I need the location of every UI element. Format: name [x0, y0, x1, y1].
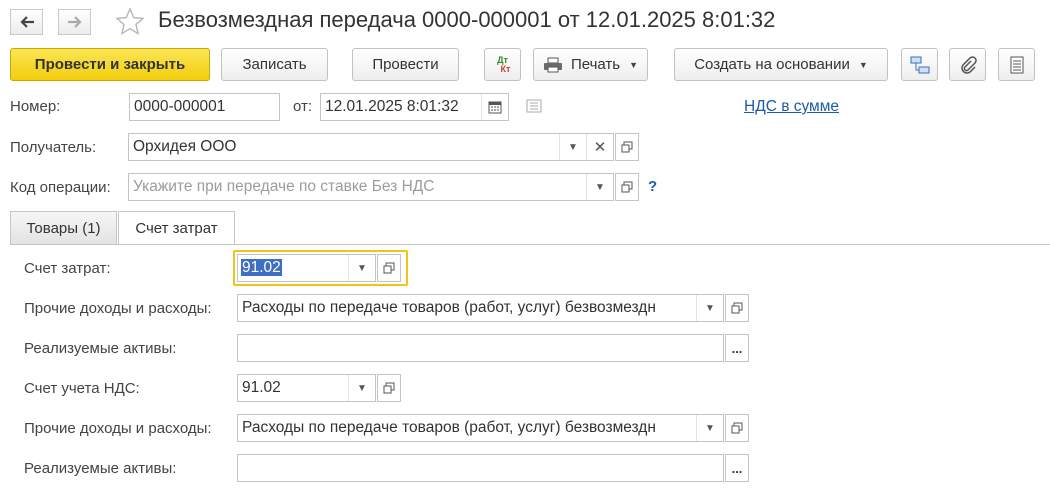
menu-icon	[1010, 56, 1023, 73]
post-button[interactable]: Провести	[352, 48, 459, 81]
number-value: 0000-000001	[134, 98, 226, 115]
back-arrow-icon	[19, 16, 34, 28]
date-field[interactable]: 12.01.2025 8:01:32	[320, 93, 509, 121]
number-label: Номер:	[10, 98, 61, 115]
operation-code-label: Код операции:	[10, 179, 111, 196]
chevron-down-icon: ▼	[858, 59, 868, 70]
tab-divider	[10, 244, 1050, 245]
open-icon[interactable]	[725, 414, 749, 442]
dt-kt-icon: Дт Кт	[497, 54, 511, 74]
other-income-label: Прочие доходы и расходы:	[24, 300, 212, 317]
other-income-field[interactable]: Расходы по передаче товаров (работ, услу…	[237, 294, 724, 322]
forward-arrow-icon	[67, 16, 82, 28]
recipient-field[interactable]: Орхидея ООО ▼ ✕	[128, 133, 614, 161]
structure-button[interactable]	[901, 48, 938, 81]
recipient-value: Орхидея ООО	[133, 138, 237, 155]
other-income-label: Прочие доходы и расходы:	[24, 420, 212, 437]
printer-icon	[543, 57, 562, 72]
chevron-down-icon: ▼	[629, 59, 639, 70]
dt-kt-button[interactable]: Дт Кт	[484, 48, 521, 81]
post-and-close-button[interactable]: Провести и закрыть	[10, 48, 210, 81]
create-based-label: Создать на основании	[694, 56, 850, 73]
date-value: 12.01.2025 8:01:32	[325, 98, 459, 115]
recipient-label: Получатель:	[10, 139, 97, 156]
select-button[interactable]: ...	[725, 454, 749, 482]
tab-cost-account[interactable]: Счет затрат	[118, 211, 235, 245]
attachments-button[interactable]	[949, 48, 986, 81]
open-icon[interactable]	[725, 294, 749, 322]
create-based-on-button[interactable]: Создать на основании ▼	[674, 48, 888, 81]
number-field[interactable]: 0000-000001	[129, 93, 280, 121]
cost-account-value: 91.02	[241, 259, 282, 276]
page-title: Безвозмездная передача 0000-000001 от 12…	[158, 7, 776, 32]
save-button[interactable]: Записать	[221, 48, 328, 81]
tab-goods[interactable]: Товары (1)	[10, 211, 117, 244]
operation-code-placeholder: Укажите при передаче по ставке Без НДС	[133, 178, 435, 195]
back-button[interactable]	[10, 9, 43, 35]
star-icon	[115, 7, 145, 36]
help-icon[interactable]: ?	[648, 178, 657, 195]
other-income-value: Расходы по передаче товаров (работ, услу…	[242, 299, 656, 316]
operation-code-field[interactable]: Укажите при передаче по ставке Без НДС ▼	[128, 173, 614, 201]
sold-assets-label: Реализуемые активы:	[24, 340, 177, 357]
vat-account-field[interactable]: 91.02 ▼	[237, 374, 376, 402]
other-income-value: Расходы по передаче товаров (работ, услу…	[242, 419, 656, 436]
clear-icon[interactable]: ✕	[586, 134, 613, 160]
open-icon[interactable]	[377, 254, 401, 282]
dropdown-arrow-icon[interactable]: ▼	[559, 134, 586, 160]
print-button[interactable]: Печать ▼	[533, 48, 648, 81]
cost-account-label: Счет затрат:	[24, 260, 111, 277]
vat-account-value: 91.02	[242, 379, 281, 396]
history-button[interactable]	[526, 99, 542, 117]
more-button[interactable]	[998, 48, 1035, 81]
favorite-button[interactable]	[114, 6, 146, 42]
select-button[interactable]: ...	[725, 334, 749, 362]
vat-in-sum-link[interactable]: НДС в сумме	[744, 98, 839, 116]
forward-button[interactable]	[58, 9, 91, 35]
calendar-button[interactable]	[481, 94, 508, 120]
cost-account-field[interactable]: 91.02 ▼	[237, 254, 376, 282]
calendar-icon	[488, 101, 502, 114]
open-icon[interactable]	[615, 133, 639, 161]
dropdown-arrow-icon[interactable]: ▼	[696, 415, 723, 441]
dropdown-arrow-icon[interactable]: ▼	[586, 174, 613, 200]
sold-assets-label: Реализуемые активы:	[24, 460, 177, 477]
dropdown-arrow-icon[interactable]: ▼	[696, 295, 723, 321]
other-income-field[interactable]: Расходы по передаче товаров (работ, услу…	[237, 414, 724, 442]
dropdown-arrow-icon[interactable]: ▼	[348, 375, 375, 401]
document-list-icon	[526, 99, 542, 113]
sold-assets-field[interactable]	[237, 454, 724, 482]
open-icon[interactable]	[615, 173, 639, 201]
open-icon[interactable]	[377, 374, 401, 402]
date-label: от:	[293, 98, 313, 115]
dropdown-arrow-icon[interactable]: ▼	[348, 255, 375, 281]
sold-assets-field[interactable]	[237, 334, 724, 362]
paperclip-icon	[960, 55, 977, 74]
print-label: Печать	[570, 56, 621, 73]
structure-icon	[910, 56, 929, 73]
vat-account-label: Счет учета НДС:	[24, 380, 140, 397]
